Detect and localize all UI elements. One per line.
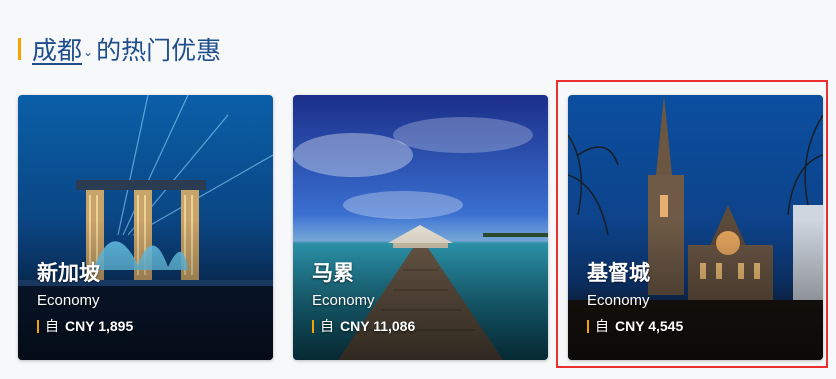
cabin-class: Economy [587, 292, 650, 309]
price-accent-bar [587, 319, 589, 333]
destination-name: 马累 [312, 262, 354, 285]
from-label: 自 [45, 318, 59, 334]
destination-name: 基督城 [587, 262, 650, 285]
price: CNY 1,895 [65, 318, 134, 334]
section-title: 的热门优惠 [96, 37, 222, 65]
price-row: 自 CNY 4,545 [587, 316, 683, 336]
price: CNY 4,545 [615, 318, 684, 334]
offer-card-christchurch[interactable]: 基督城 Economy 自 CNY 4,545 [568, 95, 823, 360]
price-accent-bar [37, 319, 39, 333]
cabin-class: Economy [37, 292, 100, 309]
price-row: 自 CNY 11,086 [312, 316, 415, 336]
chevron-down-icon[interactable]: ⌄ [83, 45, 93, 59]
offer-info: 马累 Economy 自 CNY 11,086 [312, 261, 415, 336]
cabin-class: Economy [312, 292, 375, 309]
section-heading: 成都 ⌄ 的热门优惠 [18, 33, 221, 65]
offer-card-singapore[interactable]: 新加坡 Economy 自 CNY 1,895 [18, 95, 273, 360]
price: CNY 11,086 [340, 318, 416, 334]
from-label: 自 [320, 318, 334, 334]
accent-bar [18, 38, 21, 60]
offer-info: 新加坡 Economy 自 CNY 1,895 [37, 261, 133, 336]
price-row: 自 CNY 1,895 [37, 316, 133, 336]
price-accent-bar [312, 319, 314, 333]
from-label: 自 [595, 318, 609, 334]
offer-card-male[interactable]: 马累 Economy 自 CNY 11,086 [293, 95, 548, 360]
offer-info: 基督城 Economy 自 CNY 4,545 [587, 261, 683, 336]
destination-name: 新加坡 [37, 262, 100, 285]
origin-city-selector[interactable]: 成都 [32, 31, 82, 67]
